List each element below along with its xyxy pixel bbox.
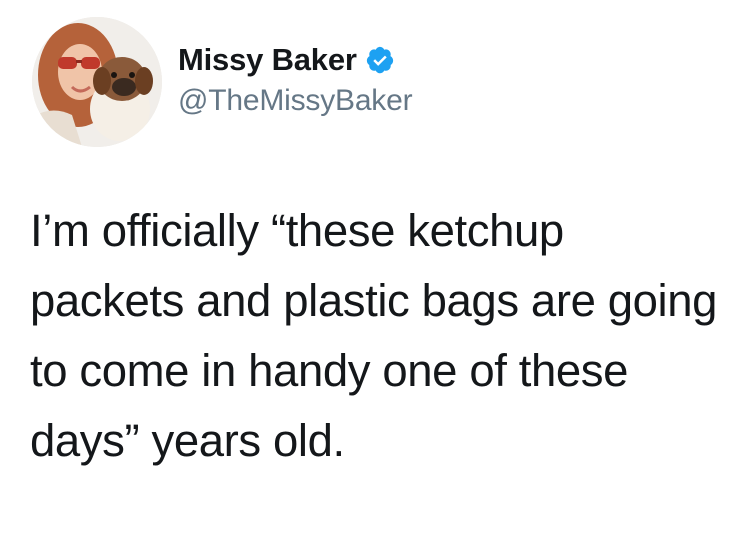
- display-name[interactable]: Missy Baker: [178, 42, 357, 78]
- tweet-text: I’m officially “these ketchup packets an…: [30, 205, 730, 466]
- name-row: Missy Baker: [178, 40, 412, 80]
- avatar-image: [32, 17, 162, 147]
- author-handle[interactable]: @TheMissyBaker: [178, 84, 413, 118]
- tweet-card: Missy Baker @TheMissyBaker I’m officiall…: [0, 0, 740, 539]
- tweet-header: Missy Baker @TheMissyBaker: [32, 16, 413, 148]
- avatar[interactable]: [32, 17, 162, 147]
- author-info: Missy Baker @TheMissyBaker: [178, 40, 413, 118]
- verified-badge-icon: [365, 45, 395, 75]
